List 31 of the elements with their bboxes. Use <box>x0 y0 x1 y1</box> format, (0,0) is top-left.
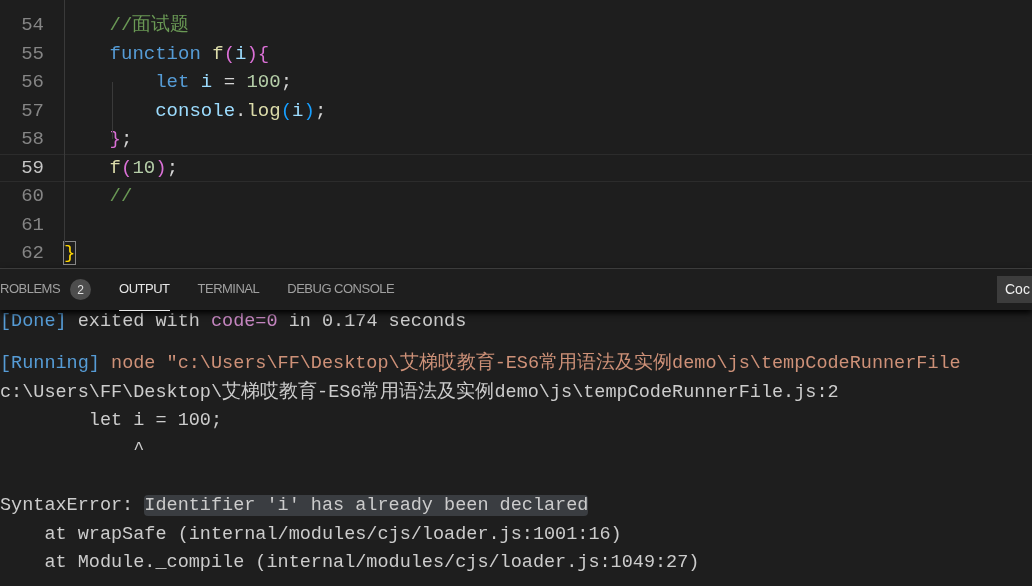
panel-tab[interactable]: ROBLEMS <box>0 268 61 311</box>
panel-tab[interactable]: DEBUG CONSOLE <box>287 268 395 311</box>
output-line: [Done] exited with code=0 in 0.174 seconds <box>0 310 467 335</box>
line-number: 58 <box>20 127 45 152</box>
output-line: ^ <box>132 437 145 462</box>
code-line: // <box>108 184 133 209</box>
code-line: }; <box>108 127 133 152</box>
problem-count-badge: 2 <box>70 279 92 300</box>
line-number: 55 <box>20 41 45 67</box>
output-channel-dropdown[interactable]: Coc <box>997 276 1032 303</box>
output-line: SyntaxError: Identifier 'i' has already been declared <box>0 494 589 519</box>
output-line: let i = 100; <box>87 409 223 434</box>
code-line: f(10); <box>108 155 179 181</box>
line-number: 57 <box>20 98 45 124</box>
output-line: c:\Users\FF\Desktop\艾梯哎教育-ES6常用语法及实例demo\js\tempCodeRunnerFile.js:2 <box>0 379 839 405</box>
code-line: } <box>64 241 76 266</box>
code-line: function f(i){ <box>108 41 270 67</box>
line-number: 54 <box>20 13 45 38</box>
output-line: at wrapSafe (internal/modules/cjs/loader.js:1001:16) <box>43 522 622 547</box>
line-number: 56 <box>20 70 45 95</box>
panel-tab[interactable]: TERMINAL <box>197 268 260 311</box>
panel-tab[interactable]: OUTPUT <box>119 268 170 311</box>
code-line: //面试题 <box>108 13 190 38</box>
output-line: [Running] node "c:\Users\FF\Desktop\艾梯哎教育-ES6常用语法及实例demo\js\tempCodeRunnerFile <box>0 350 961 377</box>
code-line: console.log(i); <box>154 98 327 124</box>
output-line: at Module._compile (internal/modules/cjs/loader.js:1049:27) <box>43 551 700 576</box>
code-line: let i = 100; <box>154 70 293 95</box>
line-number: 62 <box>20 241 45 266</box>
line-number: 59 <box>20 155 45 181</box>
line-number: 60 <box>20 184 45 209</box>
line-number: 61 <box>20 212 45 238</box>
